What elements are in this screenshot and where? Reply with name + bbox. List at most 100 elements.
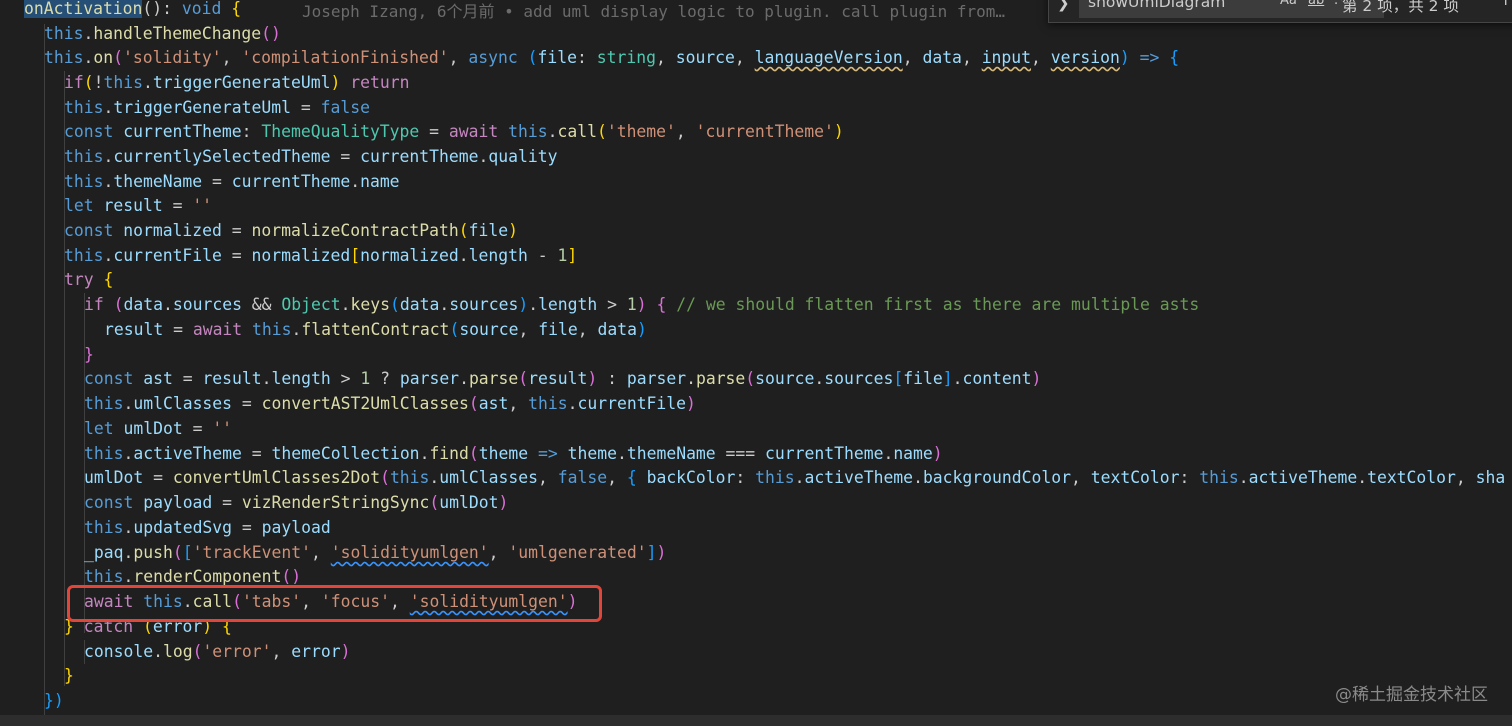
whole-word-toggle[interactable]: ab	[1308, 0, 1324, 8]
code-line[interactable]: if(!this.triggerGenerateUml) return	[64, 71, 409, 96]
code-line[interactable]: console.log('error', error)	[84, 640, 350, 665]
arrow-up-icon[interactable]: ↑	[1499, 0, 1512, 9]
code-token: length	[271, 369, 331, 388]
code-token: backColor	[646, 468, 736, 487]
code-token: -	[527, 246, 558, 265]
code-token: umlDot	[439, 493, 499, 512]
code-token: ,	[961, 48, 982, 67]
code-line[interactable]: let result = ''	[64, 194, 212, 219]
find-input[interactable]: showUmlDiagram Aa ab .*	[1079, 0, 1384, 18]
code-token: ()	[261, 24, 281, 43]
code-token: this	[755, 468, 795, 487]
code-line[interactable]: umlDot = convertUmlClasses2Dot(this.umlC…	[84, 466, 1505, 491]
code-line[interactable]: this.handleThemeChange()	[44, 22, 281, 47]
code-token: if	[64, 73, 84, 92]
code-line[interactable]: try {	[64, 268, 113, 293]
code-token: .	[103, 98, 114, 117]
code-token: parse	[468, 369, 519, 388]
code-line[interactable]: this.on('solidity', 'compilationFinished…	[44, 46, 1179, 71]
code-line[interactable]: const normalized = normalizeContractPath…	[64, 219, 518, 244]
code-token: (	[380, 468, 390, 487]
code-token: convertUmlClasses2Dot	[172, 468, 381, 487]
code-line[interactable]: _paq.push(['trackEvent', 'solidityumlgen…	[84, 541, 666, 566]
code-token: .	[123, 394, 134, 413]
code-token: })	[44, 691, 64, 710]
code-token: length	[538, 295, 598, 314]
code-token: .	[261, 369, 272, 388]
code-token: this	[64, 172, 104, 191]
code-token: .	[123, 543, 134, 562]
code-token: content	[962, 369, 1032, 388]
code-token: ,	[508, 394, 529, 413]
code-token: =	[221, 221, 252, 240]
code-editor[interactable]: onActivation(): void {this.handleThemeCh…	[0, 0, 1512, 726]
find-result-count: 第 2 项，共 2 项	[1342, 0, 1459, 15]
code-token: (	[745, 369, 756, 388]
chevron-right-icon[interactable]: ❯	[1057, 0, 1070, 12]
code-line[interactable]: this.currentFile = normalized[normalized…	[64, 244, 577, 269]
code-token: parser	[626, 369, 687, 388]
code-token: :	[735, 468, 756, 487]
code-line[interactable]: }	[84, 343, 94, 368]
code-line[interactable]: const currentTheme: ThemeQualityType = a…	[64, 120, 844, 145]
code-token: currentTheme	[231, 172, 351, 191]
code-line[interactable]: this.activeTheme = themeCollection.find(…	[84, 442, 943, 467]
code-token: =	[143, 468, 173, 487]
code-line[interactable]: this.currentlySelectedTheme = currentThe…	[64, 145, 557, 170]
code-token: normalizeContractPath	[251, 221, 459, 240]
code-token: .	[794, 468, 805, 487]
code-token: }	[64, 666, 74, 685]
code-token: .	[567, 394, 578, 413]
code-line[interactable]: this.triggerGenerateUml = false	[64, 96, 370, 121]
code-token: result	[104, 320, 164, 339]
code-token: )	[1119, 48, 1130, 67]
code-token: if	[84, 295, 104, 314]
code-line[interactable]: this.updatedSvg = payload	[84, 516, 331, 541]
code-line[interactable]: this.themeName = currentTheme.name	[64, 170, 400, 195]
code-token: .	[340, 295, 351, 314]
code-token: ast	[143, 369, 173, 388]
code-token: (	[468, 394, 479, 413]
find-widget[interactable]: ❯ showUmlDiagram Aa ab .* 第 2 项，共 2 项 ↑	[1048, 0, 1512, 23]
code-token: file	[538, 320, 578, 339]
code-line[interactable]: }	[64, 664, 74, 689]
code-line[interactable]: result = await this.flattenContract(sour…	[104, 318, 647, 343]
code-token: }	[84, 345, 94, 364]
code-token: sha	[1475, 468, 1506, 487]
code-token: .	[103, 147, 114, 166]
code-token: >	[597, 295, 627, 314]
code-line[interactable]: let umlDot = ''	[84, 417, 232, 442]
code-line[interactable]: const payload = vizRenderStringSync(umlD…	[84, 491, 508, 516]
code-token: )	[833, 122, 844, 141]
code-token: 'umlgenerated'	[508, 543, 647, 562]
code-line[interactable]: if (data.sources && Object.keys(data.sou…	[84, 293, 1199, 318]
code-line[interactable]: const ast = result.length > 1 ? parser.p…	[84, 367, 1041, 392]
code-token: activeTheme	[804, 468, 914, 487]
code-token: )	[1031, 369, 1042, 388]
code-line[interactable]: this.umlClasses = convertAST2UmlClasses(…	[84, 392, 696, 417]
code-line[interactable]: })	[44, 689, 64, 714]
code-token: .	[153, 642, 163, 661]
code-token: >	[330, 369, 361, 388]
code-token: const	[64, 122, 114, 141]
code-token: )	[636, 295, 647, 314]
code-token: umlClasses	[439, 468, 538, 487]
code-token: .	[478, 147, 489, 166]
code-token: :	[576, 48, 597, 67]
code-token: )	[508, 221, 518, 240]
code-line[interactable]: onActivation(): void {	[24, 0, 241, 22]
code-token: .	[103, 246, 114, 265]
match-case-toggle[interactable]: Aa	[1280, 0, 1297, 8]
code-token: string	[596, 48, 656, 67]
code-token: ,	[448, 48, 469, 67]
code-token: (	[113, 295, 124, 314]
code-token: {	[231, 0, 242, 18]
code-token: // we should flatten first as there are …	[676, 295, 1200, 314]
